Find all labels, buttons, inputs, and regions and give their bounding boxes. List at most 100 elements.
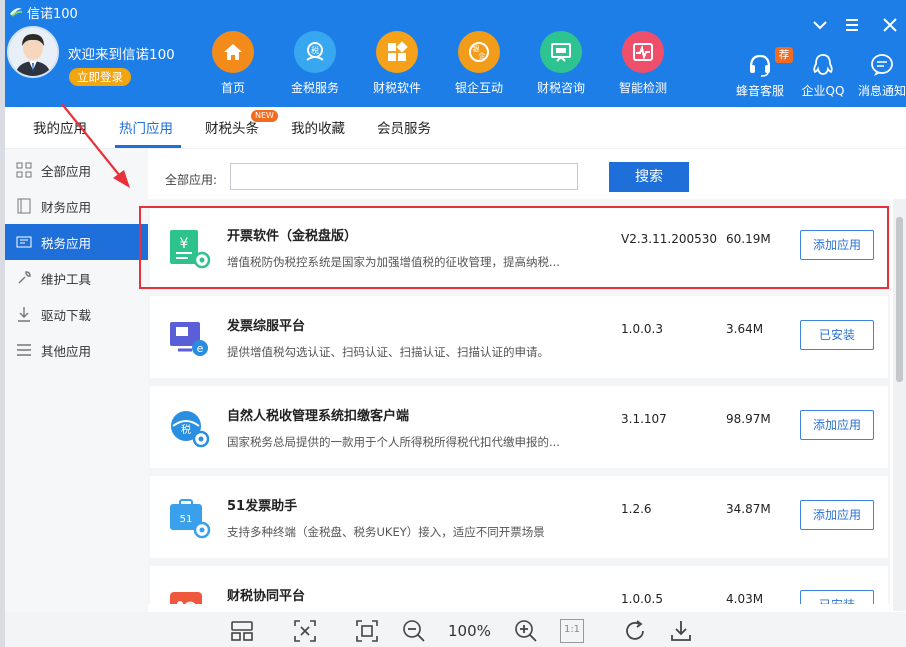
active-tab-indicator xyxy=(115,145,181,148)
app-title: 自然人税收管理系统扣缴客户端 xyxy=(227,409,410,424)
list-item: 财税协同平台 1.0.0.5 4.03M 已安装 xyxy=(150,566,888,604)
software-icon xyxy=(376,31,418,73)
welcome-text: 欢迎来到信诺100 xyxy=(68,47,175,63)
list-item: 51 51发票助手 支持多种终端（金税盘、税务UKEY）接入，适应不同开票场景 … xyxy=(150,476,888,558)
app-size: 4.03M xyxy=(726,592,764,604)
zoom-in-icon[interactable] xyxy=(514,619,538,643)
add-app-button[interactable]: 添加应用 xyxy=(800,410,874,440)
minimize-icon[interactable] xyxy=(805,12,835,42)
nav-detect[interactable]: 智能检测 xyxy=(603,31,683,101)
avatar[interactable] xyxy=(7,26,59,78)
tax-service-icon: 税 xyxy=(294,31,336,73)
sidebar-item-label: 财务应用 xyxy=(41,200,92,215)
fullscreen-icon[interactable] xyxy=(355,619,379,643)
sidebar-item-driver-download[interactable]: 驱动下载 xyxy=(5,296,148,332)
invoice-platform-icon: e xyxy=(170,322,208,356)
list-item: e 发票综服平台 提供增值税勾选认证、扫码认证、扫描认证、扫描认证的申请。 1.… xyxy=(150,296,888,378)
nav-consult[interactable]: 财税咨询 xyxy=(521,31,601,101)
rotate-icon[interactable] xyxy=(623,619,647,643)
sidebar-item-tax-apps[interactable]: 税务应用 xyxy=(5,224,148,260)
sidebar-item-label: 全部应用 xyxy=(41,164,92,179)
tool-label: 蜂音客服 xyxy=(735,84,784,98)
app-description: 支持多种终端（金税盘、税务UKEY）接入，适应不同开票场景 xyxy=(227,525,545,539)
tab-hot-apps[interactable]: 热门应用 xyxy=(119,117,173,137)
sidebar-item-all-apps[interactable]: 全部应用 xyxy=(5,152,148,188)
sidebar-item-other-apps[interactable]: 其他应用 xyxy=(5,332,148,368)
svg-text:51: 51 xyxy=(180,514,193,525)
nav-label: 银企互动 xyxy=(454,81,503,95)
tool-label: 消息通知 xyxy=(857,84,906,98)
bank-enterprise-icon: 银企 xyxy=(458,31,500,73)
app-version: 1.0.0.5 xyxy=(621,592,663,604)
list-item: 税 自然人税收管理系统扣缴客户端 国家税务总局提供的一款用于个人所得税所得税代扣… xyxy=(150,386,888,468)
consult-icon xyxy=(540,31,582,73)
fit-icon[interactable] xyxy=(293,619,317,643)
nav-home[interactable]: 首页 xyxy=(193,31,273,101)
close-icon[interactable] xyxy=(875,12,905,42)
app-window: 信诺100 欢迎来到信诺100 立即登录 首页 税 金税服务 财税软件 银 企 … xyxy=(0,0,906,647)
sidebar-item-maintenance-tools[interactable]: 维护工具 xyxy=(5,260,148,296)
detect-icon xyxy=(622,31,664,73)
tab-finance-news[interactable]: 财税头条 xyxy=(205,117,259,137)
header-bar: 信诺100 欢迎来到信诺100 立即登录 首页 税 金税服务 财税软件 银 企 … xyxy=(5,0,906,107)
app-title: 51发票助手 xyxy=(227,499,298,514)
nav-tax-service[interactable]: 税 金税服务 xyxy=(275,31,355,101)
tab-my-apps[interactable]: 我的应用 xyxy=(33,117,87,137)
app-description: 提供增值税勾选认证、扫码认证、扫描认证、扫描认证的申请。 xyxy=(227,345,549,359)
installed-button[interactable]: 已安装 xyxy=(800,320,874,350)
svg-text:企: 企 xyxy=(479,51,486,60)
app-description: 国家税务总局提供的一款用于个人所得税所得税代扣代缴申报的... xyxy=(227,435,560,449)
app-title: 信诺100 xyxy=(27,7,78,22)
tab-member-service[interactable]: 会员服务 xyxy=(377,117,431,137)
recommend-badge: 荐 xyxy=(775,47,793,63)
actual-size-button[interactable]: 1:1 xyxy=(560,619,584,643)
sidebar-item-label: 税务应用 xyxy=(41,236,92,251)
notification-button[interactable]: 消息通知 xyxy=(852,52,906,102)
new-badge: NEW xyxy=(251,110,278,122)
wrench-icon xyxy=(18,271,31,284)
svg-text:e: e xyxy=(197,342,204,355)
qq-button[interactable]: 企业QQ xyxy=(793,52,853,102)
51-invoice-icon: 51 xyxy=(170,499,211,539)
sidebar-item-finance-apps[interactable]: 财务应用 xyxy=(5,188,148,224)
nav-software[interactable]: 财税软件 xyxy=(357,31,437,101)
menu-icon[interactable] xyxy=(837,12,867,42)
tab-bar: 我的应用 热门应用 财税头条 NEW 我的收藏 会员服务 xyxy=(5,107,906,149)
home-icon xyxy=(212,31,254,73)
app-size: 3.64M xyxy=(726,322,764,336)
highlight-box xyxy=(139,206,889,289)
download-icon[interactable] xyxy=(669,619,693,643)
scrollbar[interactable] xyxy=(893,199,906,611)
sidebar-item-label: 驱动下载 xyxy=(41,308,92,323)
thumbnail-icon[interactable] xyxy=(230,619,254,643)
zoom-out-icon[interactable] xyxy=(402,619,426,643)
headset-icon xyxy=(749,54,771,77)
app-size: 34.87M xyxy=(726,502,771,516)
title-bar: 信诺100 xyxy=(5,0,906,32)
app-title: 财税协同平台 xyxy=(227,589,306,604)
search-input[interactable] xyxy=(230,163,578,190)
app-size: 98.97M xyxy=(726,412,771,426)
search-button[interactable]: 搜索 xyxy=(609,162,689,192)
app-version: 1.0.0.3 xyxy=(621,322,663,336)
book-icon xyxy=(17,198,31,214)
installed-button[interactable]: 已安装 xyxy=(800,590,874,604)
grid-icon xyxy=(16,162,32,178)
viewer-toolbar: 100% 1:1 xyxy=(5,612,906,647)
tax-card-icon xyxy=(16,236,32,248)
app-logo-icon xyxy=(10,8,23,17)
search-label: 全部应用: xyxy=(165,173,218,187)
app-version: 3.1.107 xyxy=(621,412,667,426)
app-version: 1.2.6 xyxy=(621,502,652,516)
scroll-thumb[interactable] xyxy=(896,217,903,382)
login-button[interactable]: 立即登录 xyxy=(69,68,131,86)
app-title: 发票综服平台 xyxy=(227,319,306,334)
svg-text:税: 税 xyxy=(181,423,191,436)
nav-label: 财税软件 xyxy=(372,81,421,95)
nav-bank-enterprise[interactable]: 银企 银企互动 xyxy=(439,31,519,101)
list-icon xyxy=(17,344,31,356)
add-app-button[interactable]: 添加应用 xyxy=(800,500,874,530)
zoom-level: 100% xyxy=(448,622,491,640)
tab-favorites[interactable]: 我的收藏 xyxy=(291,117,345,137)
nav-label: 金税服务 xyxy=(290,81,339,95)
